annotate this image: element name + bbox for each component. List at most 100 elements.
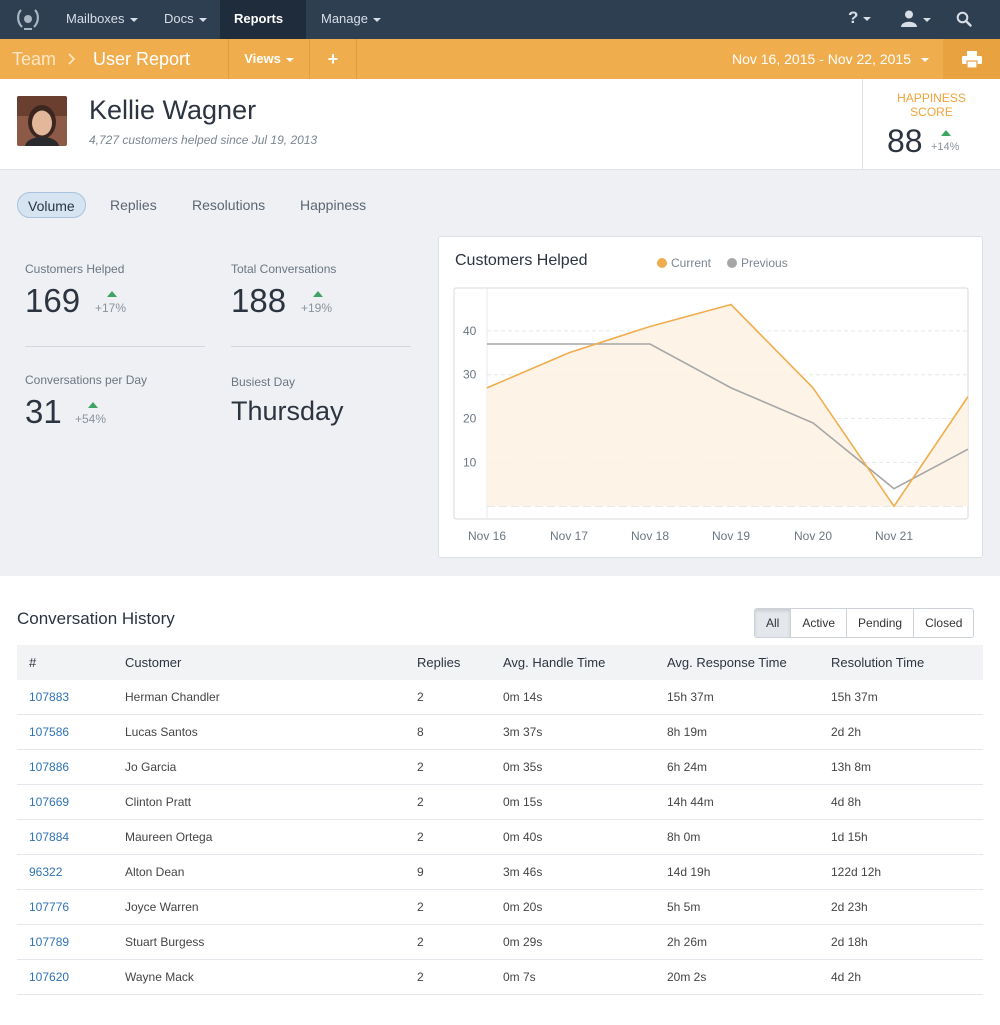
table-cell: 2	[417, 760, 424, 774]
stat-delta: +17%	[95, 301, 127, 315]
date-range-picker[interactable]: Nov 16, 2015 - Nov 22, 2015	[732, 39, 929, 79]
table-row[interactable]: 107586 Lucas Santos 8 3m 37s 8h 19m 2d 2h	[17, 715, 983, 750]
table-cell: 4d 8h	[831, 795, 862, 809]
user-menu[interactable]	[900, 9, 931, 28]
table-cell: 15h 37m	[831, 690, 878, 704]
help-menu[interactable]: ?	[848, 8, 872, 28]
top-nav: Mailboxes Docs Reports Manage ?	[0, 0, 1000, 60]
trend-up-icon	[107, 291, 117, 297]
table-cell: 6h 24m	[667, 760, 708, 774]
stat-label: Busiest Day	[231, 375, 296, 389]
table-cell: 2h 26m	[667, 935, 708, 949]
print-button[interactable]	[943, 39, 1000, 79]
table-cell: 0m 14s	[503, 690, 543, 704]
table-cell: Maureen Ortega	[125, 830, 213, 844]
y-tick-label: 10	[463, 455, 477, 469]
table-cell: 14h 44m	[667, 795, 714, 809]
chevron-right-icon	[68, 53, 76, 65]
x-tick-label: Nov 21	[875, 529, 913, 543]
chevron-down-icon	[198, 17, 207, 22]
tab-volume[interactable]: Volume	[17, 192, 86, 218]
column-header[interactable]: Avg. Response Time	[667, 645, 787, 680]
filter-closed[interactable]: Closed	[913, 609, 974, 637]
add-button[interactable]: +	[310, 39, 356, 79]
chevron-down-icon	[921, 58, 929, 63]
stat-label: Customers Helped	[25, 262, 125, 276]
tab-happiness[interactable]: Happiness	[290, 192, 376, 218]
table-row[interactable]: 107789 Stuart Burgess 2 0m 29s 2h 26m 2d 18h	[17, 925, 983, 960]
tab-replies[interactable]: Replies	[100, 192, 167, 218]
table-cell: 2d 23h	[831, 900, 868, 914]
table-cell: 4d 2h	[831, 970, 862, 984]
conversation-id-link[interactable]: 107669	[29, 785, 69, 819]
table-row[interactable]: 107620 Wayne Mack 2 0m 7s 20m 2s 4d 2h	[17, 960, 983, 995]
filter-all[interactable]: All	[755, 609, 791, 637]
table-cell: 2	[417, 830, 424, 844]
user-icon	[901, 10, 917, 27]
nav-docs[interactable]: Docs	[150, 0, 221, 39]
tab-resolutions[interactable]: Resolutions	[182, 192, 275, 218]
x-tick-label: Nov 18	[631, 529, 669, 543]
conversation-id-link[interactable]: 107886	[29, 750, 69, 784]
x-tick-label: Nov 16	[468, 529, 506, 543]
table-row[interactable]: 107884 Maureen Ortega 2 0m 40s 8h 0m 1d 15h	[17, 820, 983, 855]
stat-label: Total Conversations	[231, 262, 337, 276]
nav-manage[interactable]: Manage	[307, 0, 395, 39]
chevron-down-icon	[129, 17, 138, 22]
stat-delta: +19%	[301, 301, 333, 315]
avatar[interactable]	[17, 96, 67, 146]
stat-value: 188	[231, 282, 287, 319]
nav-reports[interactable]: Reports	[220, 0, 306, 60]
trend-up-icon	[88, 402, 98, 408]
table-row[interactable]: 107669 Clinton Pratt 2 0m 15s 14h 44m 4d 8h	[17, 785, 983, 820]
column-header[interactable]: #	[29, 645, 36, 680]
conversation-id-link[interactable]: 107620	[29, 960, 69, 994]
conversation-id-link[interactable]: 96322	[29, 855, 62, 889]
breadcrumb-team[interactable]: Team	[12, 39, 56, 79]
table-cell: 20m 2s	[667, 970, 707, 984]
table-row[interactable]: 96322 Alton Dean 9 3m 46s 14d 19h 122d 12h	[17, 855, 983, 890]
column-header[interactable]: Customer	[125, 645, 181, 680]
views-dropdown[interactable]: Views	[229, 39, 309, 79]
laurel-logo-icon[interactable]	[14, 6, 42, 32]
conversation-id-link[interactable]: 107884	[29, 820, 69, 854]
status-filter-group: All Active Pending Closed	[754, 608, 975, 638]
table-row[interactable]: 107776 Joyce Warren 2 0m 20s 5h 5m 2d 23h	[17, 890, 983, 925]
user-subtitle: 4,727 customers helped since Jul 19, 201…	[89, 133, 318, 147]
table-cell: 0m 7s	[503, 970, 536, 984]
column-header[interactable]: Avg. Handle Time	[503, 645, 605, 680]
stat-value: Thursday	[231, 396, 344, 426]
conversation-id-link[interactable]: 107883	[29, 680, 69, 714]
chevron-down-icon	[863, 16, 872, 21]
table-cell: 2d 2h	[831, 725, 862, 739]
search-icon[interactable]	[956, 11, 972, 27]
table-cell: 13h 8m	[831, 760, 872, 774]
nav-mailboxes[interactable]: Mailboxes	[52, 0, 152, 39]
table-cell: 2	[417, 935, 424, 949]
x-tick-label: Nov 17	[550, 529, 588, 543]
conversation-id-link[interactable]: 107776	[29, 890, 69, 924]
table-row[interactable]: 107886 Jo Garcia 2 0m 35s 6h 24m 13h 8m	[17, 750, 983, 785]
filter-pending[interactable]: Pending	[846, 609, 914, 637]
column-header[interactable]: Resolution Time	[831, 645, 924, 680]
chevron-down-icon	[285, 57, 294, 62]
table-cell: 122d 12h	[831, 865, 882, 879]
conversation-id-link[interactable]: 107789	[29, 925, 69, 959]
page-title: User Report	[93, 49, 191, 69]
help-icon: ?	[848, 8, 859, 27]
table-cell: Herman Chandler	[125, 690, 220, 704]
table-row[interactable]: 107883 Herman Chandler 2 0m 14s 15h 37m 15h 3…	[17, 680, 983, 715]
chevron-down-icon	[372, 17, 381, 22]
x-tick-label: Nov 20	[794, 529, 832, 543]
profile-header: Kellie Wagner 4,727 customers helped sin…	[0, 79, 1000, 170]
table-header: # Customer Replies Avg. Handle Time Avg.…	[17, 645, 983, 680]
table-cell: 14d 19h	[667, 865, 711, 879]
divider	[25, 346, 205, 347]
column-header[interactable]: Replies	[417, 645, 460, 680]
report-toolbar: Team User Report Views + Nov 16, 2015 - …	[0, 39, 1000, 79]
y-tick-label: 30	[463, 368, 477, 382]
table-cell: 15h 37m	[667, 690, 714, 704]
filter-active[interactable]: Active	[790, 609, 847, 637]
conversation-id-link[interactable]: 107586	[29, 715, 69, 749]
table-cell: 2	[417, 970, 424, 984]
